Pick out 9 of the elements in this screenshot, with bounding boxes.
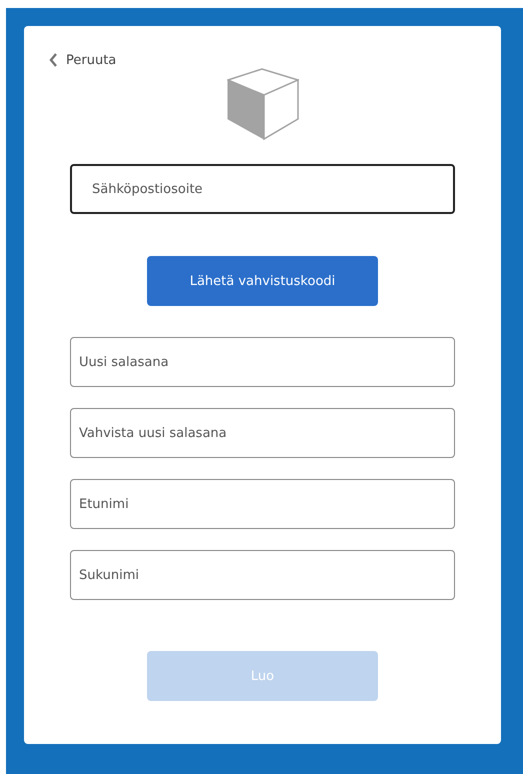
cancel-link[interactable]: Peruuta [48, 52, 116, 68]
input-field[interactable]: Vahvista uusi salasana [70, 408, 455, 458]
input-field[interactable]: Uusi salasana [70, 337, 455, 387]
send-code-button[interactable]: Lähetä vahvistuskoodi [147, 256, 378, 306]
email-field[interactable]: Sähköpostiosoite [70, 164, 455, 214]
input-field[interactable]: Etunimi [70, 479, 455, 529]
cube-icon [226, 68, 298, 140]
chevron-left-icon [48, 52, 58, 68]
input-field[interactable]: Sukunimi [70, 550, 455, 600]
